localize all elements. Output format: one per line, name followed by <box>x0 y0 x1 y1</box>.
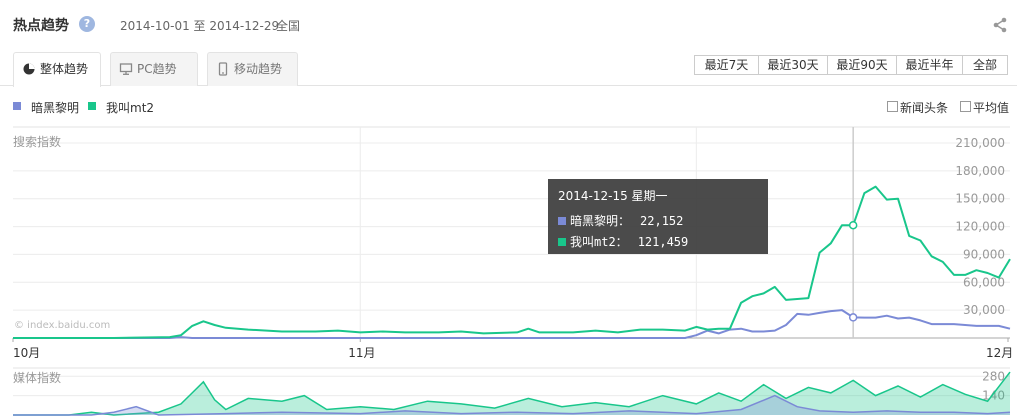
media-chart-title: 媒体指数 <box>13 370 61 385</box>
x-tick-label: 10月 <box>13 346 40 360</box>
chart-watermark: © index.baidu.com <box>14 320 110 331</box>
y-tick-label: 210,000 <box>955 136 1005 150</box>
y-tick-label: 180,000 <box>955 164 1005 178</box>
chart-title: 搜索指数 <box>13 134 61 149</box>
hover-point-series2[interactable] <box>848 220 858 230</box>
y-tick-label: 90,000 <box>963 247 1005 261</box>
tooltip-label-series1: 暗黑黎明： <box>570 214 631 228</box>
tooltip-date: 2014-12-15 星期一 <box>558 189 668 203</box>
tooltip-value-series2: 121,459 <box>637 235 689 249</box>
x-tick-label: 11月 <box>348 346 375 360</box>
y-tick-label: 150,000 <box>955 192 1005 206</box>
series-line-2[interactable] <box>13 185 1011 339</box>
x-tick-label: 12月 <box>986 346 1013 360</box>
media-area-2 <box>13 372 1010 415</box>
trend-chart: 210,000180,000150,000120,00090,00060,000… <box>12 126 1013 416</box>
media-y-tick-label: 280 <box>982 369 1005 383</box>
tooltip-label-series2: 我叫mt2： <box>570 235 628 249</box>
tooltip-swatch-series2 <box>558 238 566 246</box>
tooltip-swatch-series1 <box>558 217 566 225</box>
chart-tooltip: 2014-12-15 星期一 暗黑黎明： 22,152 我叫mt2： 121,459 <box>548 179 768 254</box>
tooltip-row-series1: 暗黑黎明： 22,152 <box>558 212 683 229</box>
tooltip-row-series2: 我叫mt2： 121,459 <box>558 233 688 250</box>
hover-point-series1[interactable] <box>848 313 858 322</box>
series-line-1[interactable] <box>13 309 1011 339</box>
tooltip-value-series1: 22,152 <box>640 214 684 228</box>
y-tick-label: 120,000 <box>955 220 1005 234</box>
y-tick-label: 30,000 <box>963 303 1005 317</box>
